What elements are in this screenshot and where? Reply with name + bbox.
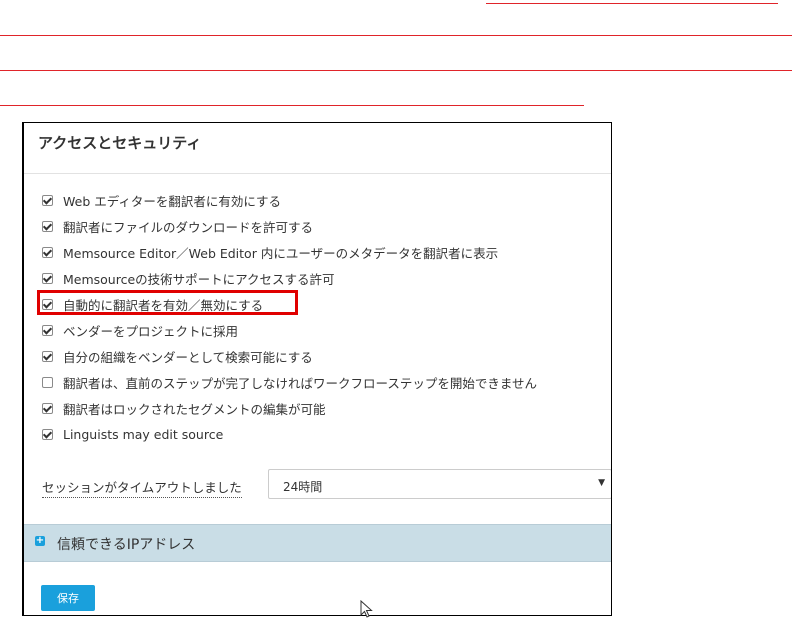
checkbox[interactable] xyxy=(42,246,53,258)
option-label: Memsourceの技術サポートにアクセスする許可 xyxy=(63,271,335,287)
red-divider-line xyxy=(486,3,778,4)
checkbox[interactable] xyxy=(42,298,53,310)
session-timeout-row: セッションがタイムアウトしました 24時間 ▼ xyxy=(42,469,611,501)
checkbox[interactable] xyxy=(42,376,53,388)
option-label: Memsource Editor／Web Editor 内にユーザーのメタデータ… xyxy=(63,245,499,261)
checkbox[interactable] xyxy=(42,350,53,362)
select-value: 24時間 xyxy=(283,480,323,494)
option-label: ベンダーをプロジェクトに採用 xyxy=(63,323,239,339)
option-label: 翻訳者は、直前のステップが完了しなければワークフローステップを開始できません xyxy=(63,375,538,391)
red-divider-line xyxy=(0,105,584,106)
session-timeout-label: セッションがタイムアウトしました xyxy=(42,477,242,498)
checkbox[interactable] xyxy=(42,220,53,232)
option-show-metadata[interactable]: Memsource Editor／Web Editor 内にユーザーのメタデータ… xyxy=(42,239,537,265)
caret-down-icon: ▼ xyxy=(598,478,605,488)
option-label: Linguists may edit source xyxy=(63,426,224,442)
trusted-ip-section-toggle[interactable]: + 信頼できるIPアドレス xyxy=(24,524,611,562)
red-divider-line xyxy=(0,35,792,36)
checkbox[interactable] xyxy=(42,194,53,206)
option-vendor-assign[interactable]: ベンダーをプロジェクトに採用 xyxy=(42,317,537,343)
trusted-ip-label: 信頼できるIPアドレス xyxy=(57,537,196,553)
option-web-editor[interactable]: Web エディターを翻訳者に有効にする xyxy=(42,187,537,213)
session-timeout-select[interactable]: 24時間 ▼ xyxy=(268,469,611,499)
options-list: Web エディターを翻訳者に有効にする 翻訳者にファイルのダウンロードを許可する… xyxy=(37,187,537,447)
option-searchable-vendor[interactable]: 自分の組織をベンダーとして検索可能にする xyxy=(42,343,537,369)
option-label: 自動的に翻訳者を有効／無効にする xyxy=(63,297,264,313)
red-divider-line xyxy=(0,70,792,71)
plus-icon[interactable]: + xyxy=(35,536,45,546)
title-divider xyxy=(24,173,611,174)
save-button[interactable]: 保存 xyxy=(41,585,95,611)
option-edit-source[interactable]: Linguists may edit source xyxy=(42,421,537,447)
mouse-cursor-icon xyxy=(360,600,373,618)
option-label: Web エディターを翻訳者に有効にする xyxy=(63,193,281,209)
checkbox[interactable] xyxy=(42,428,53,440)
checkbox[interactable] xyxy=(42,324,53,336)
option-support-access[interactable]: Memsourceの技術サポートにアクセスする許可 xyxy=(42,265,537,291)
option-auto-enable-linguists[interactable]: 自動的に翻訳者を有効／無効にする xyxy=(37,290,537,317)
panel-title: アクセスとセキュリティ xyxy=(38,134,202,152)
option-file-download[interactable]: 翻訳者にファイルのダウンロードを許可する xyxy=(42,213,537,239)
checkbox[interactable] xyxy=(42,402,53,414)
option-label: 自分の組織をベンダーとして検索可能にする xyxy=(63,349,313,365)
option-label: 翻訳者はロックされたセグメントの編集が可能 xyxy=(63,401,326,417)
option-workflow-step-lock[interactable]: 翻訳者は、直前のステップが完了しなければワークフローステップを開始できません xyxy=(42,369,537,395)
option-label: 翻訳者にファイルのダウンロードを許可する xyxy=(63,219,314,235)
option-edit-locked-segments[interactable]: 翻訳者はロックされたセグメントの編集が可能 xyxy=(42,395,537,421)
checkbox[interactable] xyxy=(42,272,53,284)
access-security-panel: アクセスとセキュリティ Web エディターを翻訳者に有効にする 翻訳者にファイル… xyxy=(22,122,612,616)
